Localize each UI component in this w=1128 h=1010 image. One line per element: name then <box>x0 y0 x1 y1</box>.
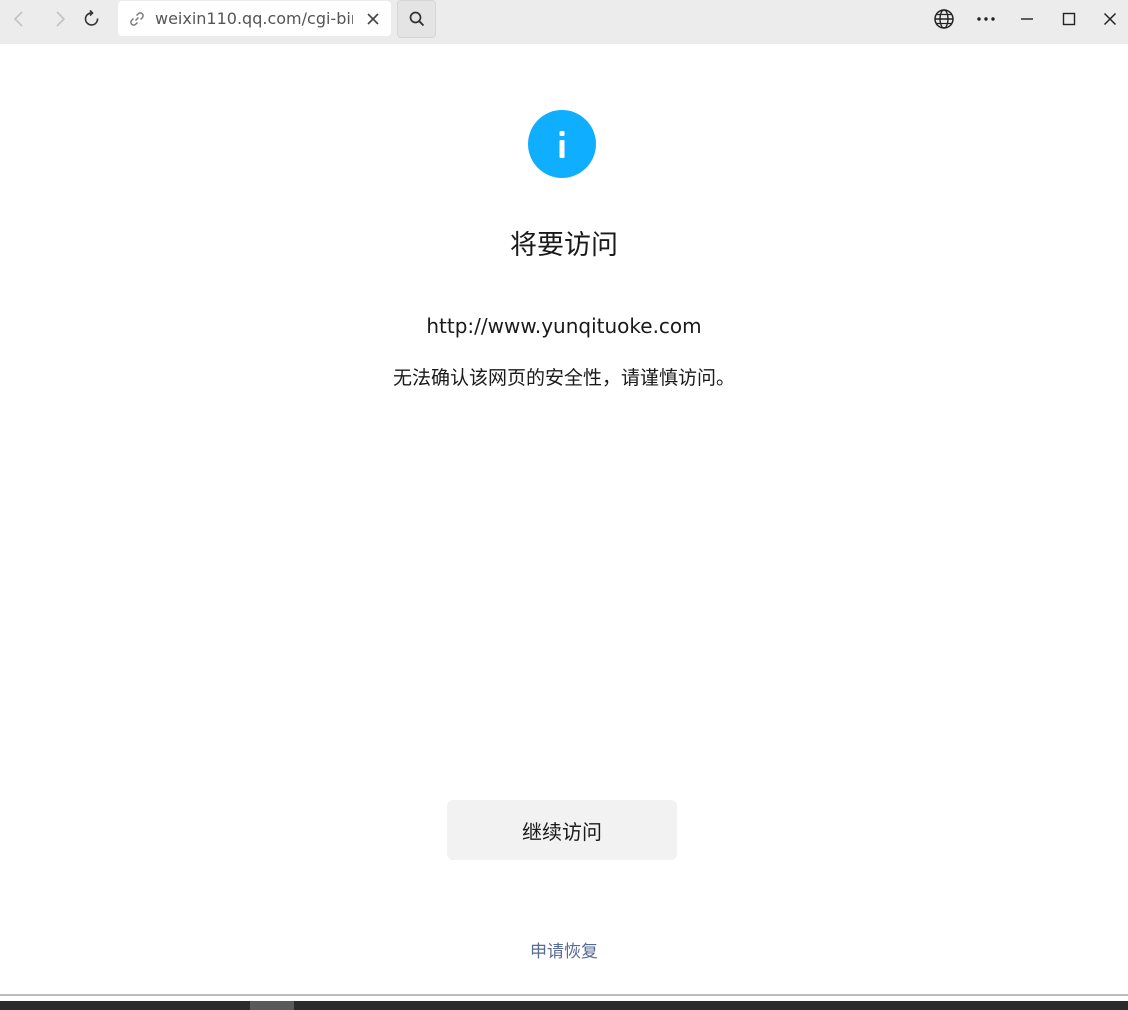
window-bottom-border <box>0 994 1128 996</box>
close-icon <box>367 13 379 25</box>
address-bar[interactable]: weixin110.qq.com/cgi-bin/r <box>118 1 391 36</box>
reload-icon <box>84 9 99 26</box>
close-window-button[interactable] <box>1091 0 1128 38</box>
browser-toolbar: weixin110.qq.com/cgi-bin/r <box>0 0 1128 44</box>
language-button[interactable] <box>925 0 963 38</box>
chevron-right-icon <box>56 11 66 27</box>
more-icon <box>977 17 995 21</box>
minimize-button[interactable] <box>1008 0 1046 38</box>
back-button[interactable] <box>2 0 36 38</box>
maximize-icon <box>1062 12 1076 26</box>
target-url: http://www.yunqituoke.com <box>426 314 702 338</box>
warning-message: 无法确认该网页的安全性，请谨慎访问。 <box>392 367 735 389</box>
reload-button[interactable] <box>75 0 109 38</box>
browser-window: weixin110.qq.com/cgi-bin/r 将要访问 http://w… <box>0 0 1128 1010</box>
forward-button[interactable] <box>43 0 77 38</box>
request-recovery-link[interactable]: 申请恢复 <box>0 939 1128 965</box>
page-title: 将要访问 <box>510 230 618 261</box>
chevron-left-icon <box>13 11 23 27</box>
more-button[interactable] <box>967 0 1005 38</box>
search-icon <box>409 11 424 27</box>
continue-visit-button[interactable]: 继续访问 <box>447 800 677 860</box>
maximize-button[interactable] <box>1050 0 1088 38</box>
link-icon <box>130 12 144 26</box>
close-icon <box>1103 12 1117 26</box>
address-url[interactable]: weixin110.qq.com/cgi-bin/r <box>155 1 353 36</box>
clear-url-button[interactable] <box>361 7 385 31</box>
search-button[interactable] <box>397 0 436 38</box>
info-icon <box>528 110 596 178</box>
globe-icon <box>934 9 954 29</box>
info-glyph <box>559 131 565 158</box>
taskbar-strip <box>0 1001 1128 1010</box>
minimize-icon <box>1021 18 1033 20</box>
taskbar-item[interactable] <box>250 1001 294 1010</box>
